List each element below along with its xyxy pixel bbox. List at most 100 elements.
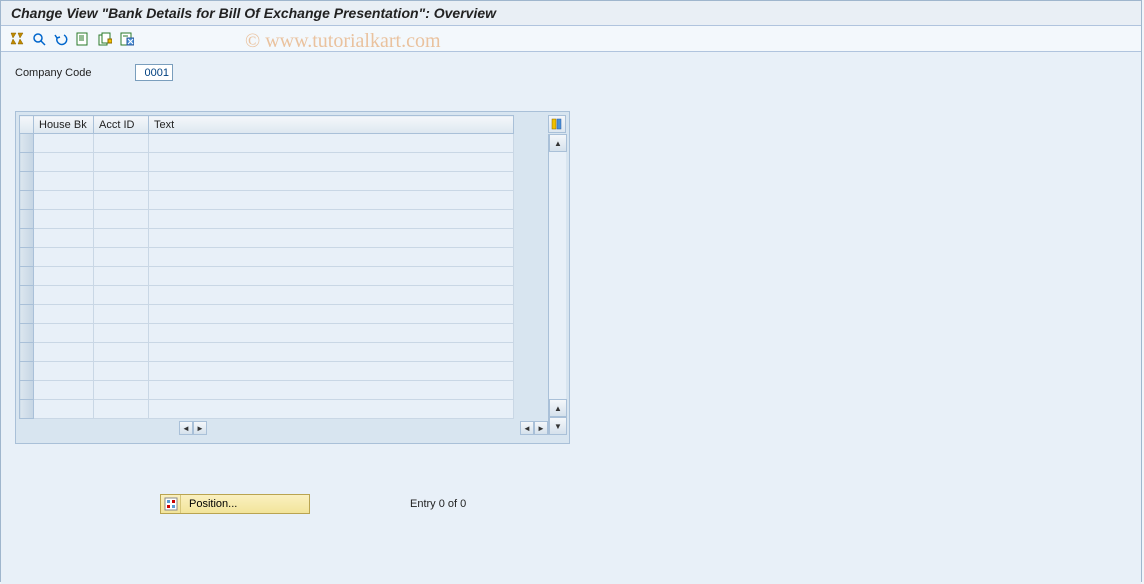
table-row[interactable] xyxy=(20,210,514,229)
cell[interactable] xyxy=(149,305,514,324)
horizontal-scrollbar[interactable]: ◄ ► ◄ ► xyxy=(19,421,548,435)
cell[interactable] xyxy=(34,267,94,286)
cell[interactable] xyxy=(94,286,149,305)
table-row[interactable] xyxy=(20,248,514,267)
content: Company Code House Bk Acct ID Text xyxy=(1,52,1141,584)
row-selector[interactable] xyxy=(20,381,34,400)
table-row[interactable] xyxy=(20,267,514,286)
cell[interactable] xyxy=(149,324,514,343)
row-selector[interactable] xyxy=(20,229,34,248)
cell[interactable] xyxy=(34,229,94,248)
table-row[interactable] xyxy=(20,191,514,210)
cell[interactable] xyxy=(94,172,149,191)
cell[interactable] xyxy=(34,286,94,305)
cell[interactable] xyxy=(94,153,149,172)
table-settings-icon[interactable] xyxy=(548,115,566,133)
row-selector[interactable] xyxy=(20,172,34,191)
cell[interactable] xyxy=(34,191,94,210)
table-row[interactable] xyxy=(20,305,514,324)
scroll-up2-icon[interactable]: ▲ xyxy=(549,399,567,417)
cell[interactable] xyxy=(149,362,514,381)
cell[interactable] xyxy=(149,191,514,210)
cell[interactable] xyxy=(94,267,149,286)
cell[interactable] xyxy=(149,267,514,286)
cell[interactable] xyxy=(34,134,94,153)
scroll-right-icon[interactable]: ► xyxy=(193,421,207,435)
cell[interactable] xyxy=(94,248,149,267)
cell[interactable] xyxy=(34,400,94,419)
table-row[interactable] xyxy=(20,381,514,400)
cell[interactable] xyxy=(94,362,149,381)
cell[interactable] xyxy=(149,172,514,191)
col-header-text[interactable]: Text xyxy=(149,116,514,134)
select-all-header[interactable] xyxy=(20,116,34,134)
row-selector[interactable] xyxy=(20,400,34,419)
cell[interactable] xyxy=(94,191,149,210)
cell[interactable] xyxy=(149,248,514,267)
cell[interactable] xyxy=(149,343,514,362)
cell[interactable] xyxy=(94,381,149,400)
table-row[interactable] xyxy=(20,172,514,191)
cell[interactable] xyxy=(34,210,94,229)
col-header-housebank[interactable]: House Bk xyxy=(34,116,94,134)
scroll-up-icon[interactable]: ▲ xyxy=(549,134,567,152)
cell[interactable] xyxy=(94,229,149,248)
position-button[interactable]: Position... xyxy=(160,494,310,514)
cell[interactable] xyxy=(94,305,149,324)
cell[interactable] xyxy=(34,381,94,400)
cell[interactable] xyxy=(94,210,149,229)
cell[interactable] xyxy=(34,343,94,362)
change-display-icon[interactable] xyxy=(9,31,25,47)
cell[interactable] xyxy=(34,153,94,172)
cell[interactable] xyxy=(34,305,94,324)
cell[interactable] xyxy=(34,324,94,343)
cell[interactable] xyxy=(149,286,514,305)
delete-icon[interactable] xyxy=(119,31,135,47)
vertical-scrollbar[interactable]: ▲ ▲ ▼ xyxy=(548,134,566,435)
cell[interactable] xyxy=(149,134,514,153)
cell[interactable] xyxy=(34,248,94,267)
cell[interactable] xyxy=(149,400,514,419)
row-selector[interactable] xyxy=(20,286,34,305)
table-row[interactable] xyxy=(20,153,514,172)
cell[interactable] xyxy=(149,153,514,172)
table-row[interactable] xyxy=(20,362,514,381)
details-icon[interactable] xyxy=(31,31,47,47)
table-row[interactable] xyxy=(20,324,514,343)
data-table[interactable]: House Bk Acct ID Text xyxy=(19,115,514,419)
undo-icon[interactable] xyxy=(53,31,69,47)
toolbar xyxy=(1,26,1141,52)
row-selector[interactable] xyxy=(20,248,34,267)
table-row[interactable] xyxy=(20,400,514,419)
scroll-left-end-icon[interactable]: ◄ xyxy=(520,421,534,435)
cell[interactable] xyxy=(34,172,94,191)
table-row[interactable] xyxy=(20,134,514,153)
row-selector[interactable] xyxy=(20,267,34,286)
copy-icon[interactable] xyxy=(97,31,113,47)
row-selector[interactable] xyxy=(20,210,34,229)
cell[interactable] xyxy=(149,381,514,400)
table-row[interactable] xyxy=(20,229,514,248)
row-selector[interactable] xyxy=(20,343,34,362)
cell[interactable] xyxy=(34,362,94,381)
cell[interactable] xyxy=(94,400,149,419)
company-code-input[interactable] xyxy=(135,64,173,81)
row-selector[interactable] xyxy=(20,153,34,172)
scroll-left-icon[interactable]: ◄ xyxy=(179,421,193,435)
new-entries-icon[interactable] xyxy=(75,31,91,47)
row-selector[interactable] xyxy=(20,305,34,324)
cell[interactable] xyxy=(94,324,149,343)
scroll-right-end-icon[interactable]: ► xyxy=(534,421,548,435)
cell[interactable] xyxy=(149,229,514,248)
table-row[interactable] xyxy=(20,286,514,305)
scroll-down-icon[interactable]: ▼ xyxy=(549,417,567,435)
row-selector[interactable] xyxy=(20,324,34,343)
cell[interactable] xyxy=(149,210,514,229)
row-selector[interactable] xyxy=(20,191,34,210)
row-selector[interactable] xyxy=(20,362,34,381)
cell[interactable] xyxy=(94,343,149,362)
table-row[interactable] xyxy=(20,343,514,362)
row-selector[interactable] xyxy=(20,134,34,153)
col-header-acctid[interactable]: Acct ID xyxy=(94,116,149,134)
cell[interactable] xyxy=(94,134,149,153)
